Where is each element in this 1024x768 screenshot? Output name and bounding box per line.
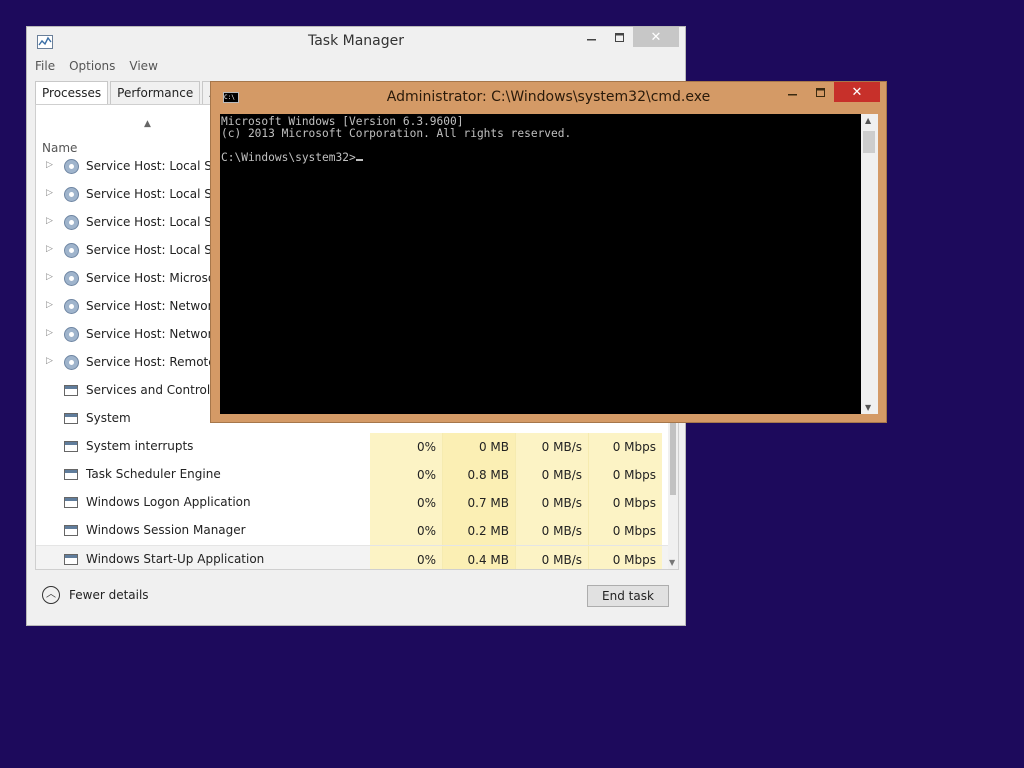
cmd-titlebar[interactable]: C:\ Administrator: C:\Windows\system32\c…	[211, 82, 886, 112]
expand-arrow-icon[interactable]: ▷	[46, 272, 53, 282]
gear-icon	[64, 243, 79, 258]
cpu-value: 0%	[370, 546, 443, 569]
fewer-details-link[interactable]: Fewer details	[69, 588, 149, 602]
window-icon	[64, 525, 78, 536]
maximize-button[interactable]	[605, 27, 633, 47]
gear-icon	[64, 355, 79, 370]
memory-value: 0.2 MB	[443, 517, 516, 545]
cmd-maximize-button[interactable]	[806, 82, 834, 102]
process-name: System	[86, 411, 131, 425]
cmd-close-button[interactable]: ✕	[834, 82, 880, 102]
console-prompt: C:\Windows\system32>	[221, 151, 356, 164]
window-icon	[64, 554, 78, 565]
menu-bar: File Options View	[35, 59, 172, 77]
console-line-copyright: (c) 2013 Microsoft Corporation. All righ…	[221, 127, 572, 140]
table-row[interactable]: Task Scheduler Engine 0% 0.8 MB 0 MB/s 0 Mbp…	[36, 461, 670, 489]
maximize-icon	[815, 87, 825, 97]
minimize-icon	[586, 38, 596, 40]
table-row[interactable]: Windows Session Manager 0% 0.2 MB 0 MB/s 0 M…	[36, 517, 670, 545]
process-name: Task Scheduler Engine	[86, 467, 221, 481]
scroll-down-icon[interactable]: ▼	[865, 403, 871, 412]
tab-performance[interactable]: Performance	[110, 81, 201, 104]
close-icon: ✕	[851, 84, 863, 100]
text-cursor	[355, 159, 363, 161]
memory-value: 0.4 MB	[443, 546, 516, 569]
chevron-up-icon[interactable]: ︿	[42, 586, 60, 604]
window-icon	[64, 469, 78, 480]
disk-value: 0 MB/s	[516, 433, 589, 461]
process-name: Windows Start-Up Application	[86, 552, 265, 566]
window-icon	[64, 385, 78, 396]
cmd-window[interactable]: C:\ Administrator: C:\Windows\system32\c…	[210, 81, 887, 423]
gear-icon	[64, 327, 79, 342]
memory-value: 0.7 MB	[443, 489, 516, 517]
expand-arrow-icon[interactable]: ▷	[46, 216, 53, 226]
close-icon: ✕	[650, 29, 662, 45]
tab-processes[interactable]: Processes	[35, 81, 109, 105]
scroll-up-icon[interactable]: ▲	[865, 116, 871, 125]
expand-arrow-icon[interactable]: ▷	[46, 160, 53, 170]
console-output[interactable]: Microsoft Windows [Version 6.3.9600] (c) …	[220, 114, 861, 414]
expand-arrow-icon[interactable]: ▷	[46, 328, 53, 338]
expand-arrow-icon[interactable]: ▷	[46, 244, 53, 254]
memory-value: 0 MB	[443, 433, 516, 461]
network-value: 0 Mbps	[589, 517, 662, 545]
gear-icon	[64, 187, 79, 202]
network-value: 0 Mbps	[589, 489, 662, 517]
close-button[interactable]: ✕	[633, 27, 679, 47]
window-icon	[64, 497, 78, 508]
process-name: Service Host: Microsoft	[86, 271, 224, 285]
cmd-scrollbar-thumb[interactable]	[863, 131, 875, 153]
menu-options[interactable]: Options	[69, 59, 115, 77]
minimize-button[interactable]	[577, 27, 605, 47]
expand-arrow-icon[interactable]: ▷	[46, 300, 53, 310]
cmd-minimize-button[interactable]	[778, 82, 806, 102]
disk-value: 0 MB/s	[516, 546, 589, 569]
table-row[interactable]: Windows Start-Up Application 0% 0.4 MB 0 MB…	[36, 545, 670, 569]
cpu-value: 0%	[370, 433, 443, 461]
process-name: System interrupts	[86, 439, 194, 453]
network-value: 0 Mbps	[589, 461, 662, 489]
cpu-value: 0%	[370, 517, 443, 545]
end-task-button[interactable]: End task	[587, 585, 669, 607]
process-name: Windows Session Manager	[86, 523, 246, 537]
menu-file[interactable]: File	[35, 59, 55, 77]
window-icon	[64, 413, 78, 424]
expand-arrow-icon[interactable]: ▷	[46, 188, 53, 198]
scroll-down-icon[interactable]: ▼	[669, 558, 675, 567]
memory-value: 0.8 MB	[443, 461, 516, 489]
gear-icon	[64, 215, 79, 230]
table-row[interactable]: System interrupts 0% 0 MB 0 MB/s 0 Mbps	[36, 433, 670, 461]
disk-value: 0 MB/s	[516, 517, 589, 545]
network-value: 0 Mbps	[589, 546, 662, 569]
expand-arrow-icon[interactable]: ▷	[46, 356, 53, 366]
process-name: Windows Logon Application	[86, 495, 251, 509]
disk-value: 0 MB/s	[516, 461, 589, 489]
process-name: Services and Controller	[86, 383, 226, 397]
window-icon	[64, 441, 78, 452]
footer-bar: ︿ Fewer details End task	[27, 570, 685, 625]
gear-icon	[64, 299, 79, 314]
gear-icon	[64, 159, 79, 174]
gear-icon	[64, 271, 79, 286]
menu-view[interactable]: View	[129, 59, 157, 77]
table-row[interactable]: Windows Logon Application 0% 0.7 MB 0 MB/s 0…	[36, 489, 670, 517]
disk-value: 0 MB/s	[516, 489, 589, 517]
task-manager-titlebar[interactable]: Task Manager ✕	[27, 27, 685, 57]
maximize-icon	[614, 32, 624, 42]
minimize-icon	[787, 93, 797, 95]
sort-ascending-icon[interactable]: ▲	[144, 119, 151, 129]
cpu-value: 0%	[370, 461, 443, 489]
cpu-value: 0%	[370, 489, 443, 517]
cmd-vertical-scrollbar[interactable]: ▲ ▼	[861, 114, 878, 414]
network-value: 0 Mbps	[589, 433, 662, 461]
